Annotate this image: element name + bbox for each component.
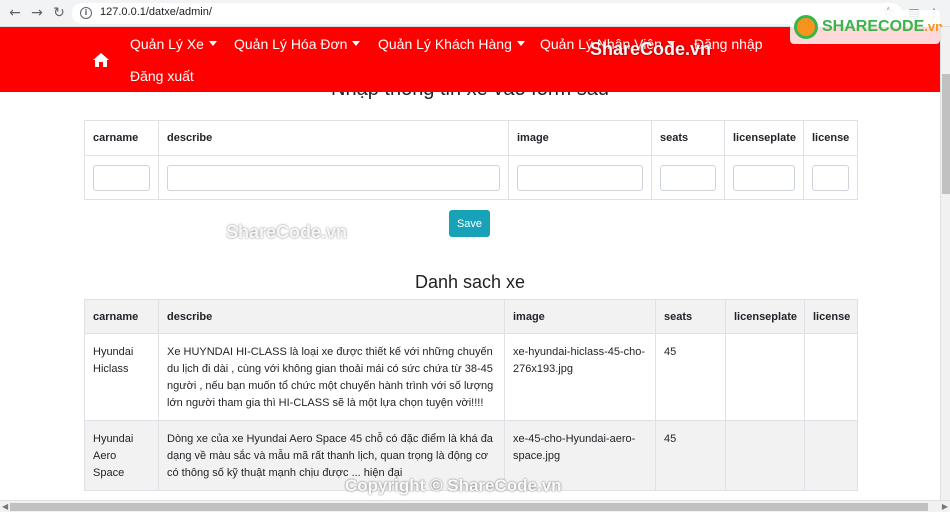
nav-dang-xuat[interactable]: Đăng xuất xyxy=(130,68,194,84)
col-seats: seats xyxy=(651,120,725,156)
car-list-table: carname describe image seats licenseplat… xyxy=(84,299,858,491)
cell-license xyxy=(804,420,858,491)
table-row: Hyundai Hiclass Xe HUYNDAI HI-CLASS là l… xyxy=(84,333,858,421)
scroll-right-icon[interactable]: ▶ xyxy=(942,501,948,512)
col-carname: carname xyxy=(84,299,159,334)
licenseplate-input[interactable] xyxy=(733,164,795,191)
list-title: Danh sach xe xyxy=(414,272,526,292)
license-input[interactable] xyxy=(812,164,849,191)
scroll-left-icon[interactable]: ◀ xyxy=(2,501,8,512)
scrollbar-thumb[interactable] xyxy=(942,74,950,194)
address-bar[interactable]: i 127.0.0.1/datxe/admin/ ☆ xyxy=(72,3,902,24)
info-icon[interactable]: i xyxy=(80,7,92,19)
watermark-text: ShareCode.vn xyxy=(226,222,348,242)
nav-quan-ly-hoa-don[interactable]: Quản Lý Hóa Đơn xyxy=(234,36,361,52)
cell-seats: 45 xyxy=(655,420,726,491)
back-icon[interactable]: ← xyxy=(6,4,24,22)
form-title: Nhập thông tin xe vào form sau xyxy=(0,92,940,101)
watermark-text: Copyright © ShareCode.vn xyxy=(345,476,562,495)
image-input[interactable] xyxy=(517,164,643,191)
carname-input[interactable] xyxy=(93,164,150,191)
caret-down-icon xyxy=(516,41,525,46)
cell-licenseplate xyxy=(725,420,805,491)
car-form-table: carname describe image seats licenseplat… xyxy=(84,120,858,200)
col-licenseplate: licenseplate xyxy=(725,299,805,334)
url-text: 127.0.0.1/datxe/admin/ xyxy=(100,6,212,18)
cell-license xyxy=(804,333,858,421)
col-image: image xyxy=(508,120,652,156)
col-seats: seats xyxy=(655,299,726,334)
nav-quan-ly-xe[interactable]: Quản Lý Xe xyxy=(130,36,217,52)
logo-mark-icon xyxy=(794,15,818,39)
scrollbar-thumb[interactable] xyxy=(10,503,928,511)
sharecode-logo: SHARECODE.vn xyxy=(790,10,943,44)
col-license: license xyxy=(803,120,858,156)
cell-describe: Xe HUYNDAI HI-CLASS là loại xe được thiế… xyxy=(158,333,505,421)
describe-input[interactable] xyxy=(167,164,500,191)
cell-carname: Hyundai Hiclass xyxy=(84,333,159,421)
forward-icon[interactable]: → xyxy=(28,4,46,22)
main-content: Nhập thông tin xe vào form sau carname d… xyxy=(0,92,940,500)
horizontal-scrollbar[interactable]: ◀ ▶ xyxy=(0,500,950,512)
save-button[interactable]: Save xyxy=(449,210,490,237)
seats-input[interactable] xyxy=(660,164,716,191)
cell-licenseplate xyxy=(725,333,805,421)
col-describe: describe xyxy=(158,299,505,334)
col-carname: carname xyxy=(84,120,159,156)
col-licenseplate: licenseplate xyxy=(724,120,804,156)
reload-icon[interactable]: ↻ xyxy=(50,4,68,22)
cell-image: xe-hyundai-hiclass-45-cho-276x193.jpg xyxy=(504,333,656,421)
cell-seats: 45 xyxy=(655,333,726,421)
vertical-scrollbar[interactable] xyxy=(940,27,950,500)
col-image: image xyxy=(504,299,656,334)
nav-quan-ly-khach-hang[interactable]: Quản Lý Khách Hàng xyxy=(378,36,525,52)
col-describe: describe xyxy=(158,120,509,156)
caret-down-icon xyxy=(208,41,217,46)
caret-down-icon xyxy=(352,41,361,46)
cell-carname: Hyundai Aero Space xyxy=(84,420,159,491)
home-icon[interactable] xyxy=(93,53,109,67)
col-license: license xyxy=(804,299,858,334)
watermark-text: ShareCode.vn xyxy=(590,39,712,59)
